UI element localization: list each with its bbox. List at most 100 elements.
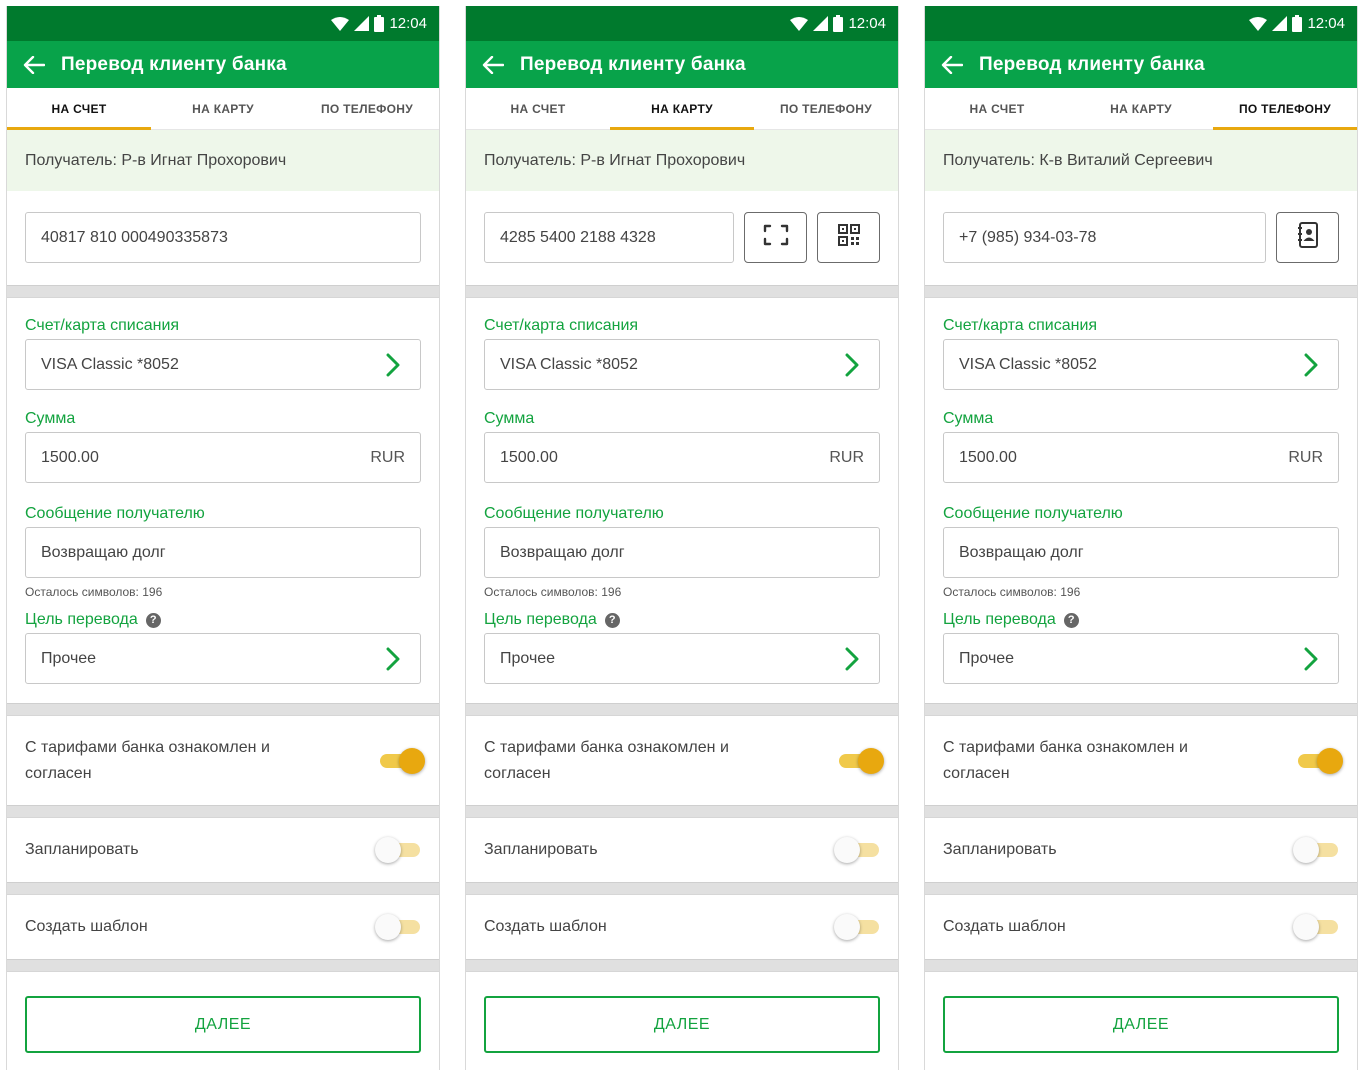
page-title: Перевод клиенту банка bbox=[520, 53, 746, 75]
tab-card[interactable]: НА КАРТУ bbox=[1069, 88, 1213, 129]
transfer-tabs: НА СЧЕТ НА КАРТУ ПО ТЕЛЕФОНУ bbox=[7, 88, 439, 130]
tab-card[interactable]: НА КАРТУ bbox=[610, 88, 754, 130]
account-select[interactable]: VISA Classic *8052 bbox=[943, 339, 1339, 390]
purpose-label-row: Цель перевода ? bbox=[943, 611, 1339, 629]
app-bar: Перевод клиенту банка bbox=[925, 41, 1357, 88]
next-button[interactable]: ДАЛЕЕ bbox=[25, 996, 421, 1053]
message-input[interactable]: Возвращаю долг bbox=[484, 527, 880, 578]
schedule-toggle[interactable] bbox=[834, 836, 882, 864]
section-divider bbox=[466, 703, 898, 716]
screen-by-phone: 12:04 Перевод клиенту банка НА СЧЕТ НА К… bbox=[924, 6, 1358, 1070]
template-toggle[interactable] bbox=[834, 913, 882, 941]
contacts-button[interactable] bbox=[1276, 212, 1339, 263]
next-button[interactable]: ДАЛЕЕ bbox=[484, 996, 880, 1053]
schedule-toggle[interactable] bbox=[1293, 836, 1341, 864]
purpose-value: Прочее bbox=[959, 649, 1015, 667]
tab-account[interactable]: НА СЧЕТ bbox=[925, 88, 1069, 129]
account-value: VISA Classic *8052 bbox=[959, 355, 1097, 373]
currency-label: RUR bbox=[370, 448, 405, 466]
destination-input-row: 40817 810 000490335873 bbox=[7, 191, 439, 285]
template-row: Создать шаблон bbox=[466, 895, 898, 959]
chevron-right-icon bbox=[844, 352, 864, 378]
message-input[interactable]: Возвращаю долг bbox=[943, 527, 1339, 578]
currency-label: RUR bbox=[829, 448, 864, 466]
template-row: Создать шаблон bbox=[925, 895, 1357, 959]
signal-icon bbox=[1272, 16, 1288, 31]
section-divider bbox=[925, 882, 1357, 895]
battery-icon bbox=[374, 15, 385, 32]
amount-value: 1500.00 bbox=[959, 448, 1017, 466]
purpose-value: Прочее bbox=[41, 649, 97, 667]
account-value: VISA Classic *8052 bbox=[41, 355, 179, 373]
back-arrow-icon[interactable] bbox=[482, 52, 508, 78]
back-arrow-icon[interactable] bbox=[941, 52, 967, 78]
amount-input[interactable]: 1500.00 RUR bbox=[484, 432, 880, 483]
template-toggle[interactable] bbox=[375, 913, 423, 941]
help-icon[interactable]: ? bbox=[604, 612, 620, 628]
tab-phone[interactable]: ПО ТЕЛЕФОНУ bbox=[1213, 88, 1357, 130]
purpose-select[interactable]: Прочее bbox=[484, 633, 880, 684]
schedule-label: Запланировать bbox=[25, 841, 139, 858]
qr-code-button[interactable] bbox=[817, 212, 880, 263]
destination-value: +7 (985) 934-03-78 bbox=[959, 228, 1097, 246]
bottom-actions: ДАЛЕЕ bbox=[925, 972, 1357, 1053]
destination-input[interactable]: +7 (985) 934-03-78 bbox=[943, 212, 1266, 263]
schedule-label: Запланировать bbox=[484, 841, 598, 858]
clock: 12:04 bbox=[848, 15, 886, 32]
tab-phone[interactable]: ПО ТЕЛЕФОНУ bbox=[754, 88, 898, 129]
section-divider bbox=[925, 703, 1357, 716]
amount-value: 1500.00 bbox=[41, 448, 99, 466]
destination-input-row: 4285 5400 2188 4328 bbox=[466, 191, 898, 285]
account-select[interactable]: VISA Classic *8052 bbox=[484, 339, 880, 390]
template-label: Создать шаблон bbox=[484, 918, 607, 935]
tab-account[interactable]: НА СЧЕТ bbox=[7, 88, 151, 130]
bottom-actions: ДАЛЕЕ bbox=[7, 972, 439, 1053]
back-arrow-icon[interactable] bbox=[23, 52, 49, 78]
message-input[interactable]: Возвращаю долг bbox=[25, 527, 421, 578]
page-title: Перевод клиенту банка bbox=[61, 53, 287, 75]
destination-input[interactable]: 40817 810 000490335873 bbox=[25, 212, 421, 263]
tariff-agreement-row: С тарифами банка ознакомлен и согласен bbox=[7, 716, 439, 805]
chars-left-hint: Осталось символов: 196 bbox=[484, 585, 622, 599]
schedule-toggle[interactable] bbox=[375, 836, 423, 864]
tab-card[interactable]: НА КАРТУ bbox=[151, 88, 295, 129]
chevron-right-icon bbox=[385, 352, 405, 378]
recipient-info: Получатель: К-в Виталий Сергеевич bbox=[925, 130, 1357, 191]
message-value: Возвращаю долг bbox=[959, 543, 1084, 561]
section-divider bbox=[925, 805, 1357, 818]
app-bar: Перевод клиенту банка bbox=[7, 41, 439, 88]
next-button[interactable]: ДАЛЕЕ bbox=[943, 996, 1339, 1053]
amount-input[interactable]: 1500.00 RUR bbox=[25, 432, 421, 483]
tariff-agreement-toggle[interactable] bbox=[377, 747, 425, 775]
schedule-row: Запланировать bbox=[7, 818, 439, 882]
wifi-icon bbox=[1249, 16, 1268, 31]
qr-code-icon bbox=[837, 223, 861, 252]
purpose-select[interactable]: Прочее bbox=[943, 633, 1339, 684]
scan-card-button[interactable] bbox=[744, 212, 807, 263]
destination-input[interactable]: 4285 5400 2188 4328 bbox=[484, 212, 734, 263]
tariff-agreement-toggle[interactable] bbox=[1295, 747, 1343, 775]
tab-account[interactable]: НА СЧЕТ bbox=[466, 88, 610, 129]
help-icon[interactable]: ? bbox=[145, 612, 161, 628]
section-divider bbox=[7, 805, 439, 818]
transfer-tabs: НА СЧЕТ НА КАРТУ ПО ТЕЛЕФОНУ bbox=[925, 88, 1357, 130]
tariff-agreement-toggle[interactable] bbox=[836, 747, 884, 775]
account-value: VISA Classic *8052 bbox=[500, 355, 638, 373]
status-bar: 12:04 bbox=[466, 6, 898, 41]
amount-label: Сумма bbox=[25, 410, 76, 427]
purpose-label: Цель перевода bbox=[943, 611, 1056, 628]
section-divider bbox=[925, 285, 1357, 298]
amount-label: Сумма bbox=[943, 410, 994, 427]
currency-label: RUR bbox=[1288, 448, 1323, 466]
purpose-select[interactable]: Прочее bbox=[25, 633, 421, 684]
account-select[interactable]: VISA Classic *8052 bbox=[25, 339, 421, 390]
account-label: Счет/карта списания bbox=[25, 317, 180, 334]
tab-phone[interactable]: ПО ТЕЛЕФОНУ bbox=[295, 88, 439, 129]
template-row: Создать шаблон bbox=[7, 895, 439, 959]
template-toggle[interactable] bbox=[1293, 913, 1341, 941]
status-bar: 12:04 bbox=[7, 6, 439, 41]
screen-to-account: 12:04 Перевод клиенту банка НА СЧЕТ НА К… bbox=[6, 6, 440, 1070]
amount-input[interactable]: 1500.00 RUR bbox=[943, 432, 1339, 483]
help-icon[interactable]: ? bbox=[1063, 612, 1079, 628]
section-divider bbox=[466, 882, 898, 895]
